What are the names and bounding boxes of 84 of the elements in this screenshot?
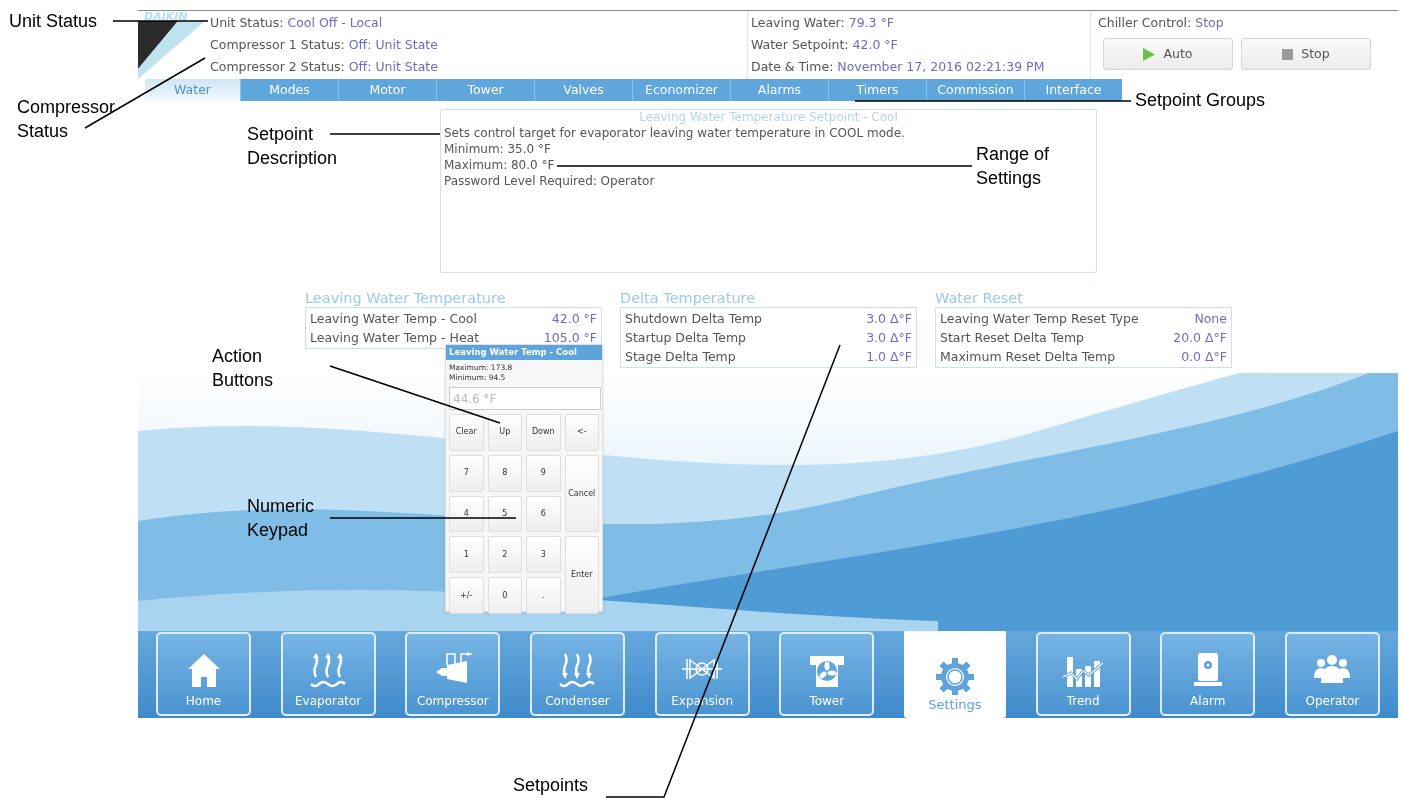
tab[interactable]: Water <box>145 79 240 101</box>
setpoint-value[interactable]: 105.0 °F <box>543 328 597 347</box>
keypad-key[interactable]: Clear <box>449 414 484 451</box>
setpoint-label: Startup Delta Temp <box>625 329 746 347</box>
callout-label: Setpoint Groups <box>1135 89 1267 112</box>
status-text: Compressor 2 Status: Off: Unit State <box>210 58 439 76</box>
setpoint-label: Start Reset Delta Temp <box>940 329 1085 347</box>
nav-button[interactable]: Alarm <box>1160 632 1256 716</box>
setpoint-value[interactable]: 3.0 Δ°F <box>866 328 912 347</box>
group-title: Water Reset <box>935 290 1024 307</box>
description-text: Password Level Required: Operator <box>444 173 655 189</box>
play-icon <box>1143 47 1156 61</box>
nav-button[interactable]: Compressor <box>405 632 501 716</box>
setpoint-value[interactable]: 3.0 Δ°F <box>866 309 912 328</box>
nav-button[interactable]: Tower <box>779 632 875 716</box>
tab[interactable]: Interface <box>1024 79 1122 101</box>
keypad-key[interactable]: Up <box>487 414 522 451</box>
nav-button[interactable]: Trend <box>1035 632 1131 716</box>
settings-icon <box>934 657 975 695</box>
tab[interactable]: Valves <box>534 79 632 101</box>
keypad-key[interactable]: 7 <box>449 454 484 492</box>
keypad-key[interactable]: Down <box>526 414 561 451</box>
keypad-key[interactable]: 0 <box>487 577 522 614</box>
value-input-field[interactable]: 44.6 °F <box>449 387 601 410</box>
callout-label: Unit Status <box>9 10 99 33</box>
description-title: Leaving Water Temperature Setpoint - Cool <box>638 110 899 125</box>
tab[interactable]: Timers <box>828 79 926 101</box>
nav-button[interactable]: Evaporator <box>280 632 376 716</box>
keypad-key[interactable]: 6 <box>526 495 561 533</box>
callout-label: Numeric Keypad <box>247 495 315 542</box>
nav-button[interactable]: Condenser <box>529 632 625 716</box>
description-text: Minimum: 35.0 °F <box>444 141 551 157</box>
setpoint-value[interactable]: 1.0 Δ°F <box>866 347 912 366</box>
status-text: Unit Status: Cool Off - Local <box>210 14 384 32</box>
keypad-key[interactable]: Enter <box>564 536 599 614</box>
setpoint-label: Stage Delta Temp <box>625 348 736 366</box>
keypad-key[interactable]: 5 <box>487 495 522 533</box>
logo-text: DAIKIN <box>144 11 188 25</box>
tab[interactable]: Modes <box>240 79 338 101</box>
callout-label: Compressor Status <box>17 96 117 143</box>
tab[interactable]: Economizer <box>632 79 730 101</box>
tab[interactable]: Motor <box>338 79 436 101</box>
group-title: Leaving Water Temperature <box>305 290 507 307</box>
setpoint-value[interactable]: None <box>1194 309 1227 328</box>
setpoint-label: Shutdown Delta Temp <box>625 310 763 328</box>
tab[interactable]: Alarms <box>730 79 828 101</box>
setpoint-value[interactable]: 0.0 Δ°F <box>1181 347 1227 366</box>
keypad-key[interactable]: <- <box>564 414 599 451</box>
keypad-key[interactable]: +/- <box>449 577 484 614</box>
status-text: Date & Time: November 17, 2016 02:21:39 PM <box>751 58 1046 76</box>
keypad-key[interactable]: 1 <box>449 536 484 574</box>
setpoint-value[interactable]: 20.0 Δ°F <box>1173 328 1227 347</box>
dialog-title: Leaving Water Temp - Cool <box>446 345 602 360</box>
keypad-key[interactable]: 4 <box>449 495 484 533</box>
setpoint-label: Maximum Reset Delta Temp <box>940 348 1116 366</box>
stop-icon <box>1282 48 1294 60</box>
nav-button[interactable]: Settings <box>903 630 1006 718</box>
status-text: Compressor 1 Status: Off: Unit State <box>210 36 439 54</box>
keypad-key[interactable]: 9 <box>526 454 561 492</box>
setpoint-label: Leaving Water Temp - Heat <box>310 329 480 347</box>
description-text: Sets control target for evaporator leaving water temperature in COOL mode. <box>444 125 905 141</box>
keypad-key[interactable]: . <box>526 577 561 614</box>
setpoint-label: Leaving Water Temp - Cool <box>310 310 477 328</box>
nav-button[interactable]: Home <box>156 632 251 716</box>
keypad-key[interactable]: 2 <box>487 536 522 574</box>
tab[interactable]: Tower <box>436 79 534 101</box>
status-text: Leaving Water: 79.3 °F <box>751 14 895 32</box>
description-text: Maximum: 80.0 °F <box>444 157 555 173</box>
status-text: Water Setpoint: 42.0 °F <box>751 36 899 54</box>
keypad-key[interactable]: 3 <box>526 536 561 574</box>
callout-label: Setpoint Description <box>247 123 339 170</box>
callout-label: Action Buttons <box>212 345 275 392</box>
stop-button[interactable]: Stop <box>1241 38 1371 70</box>
setpoint-label: Leaving Water Temp Reset Type <box>940 310 1139 328</box>
setpoint-value[interactable]: 42.0 °F <box>551 309 597 328</box>
tab[interactable]: Commission <box>926 79 1024 101</box>
keypad-key[interactable]: Cancel <box>564 454 599 533</box>
group-title: Delta Temperature <box>620 290 757 307</box>
nav-button[interactable]: Operator <box>1284 632 1380 716</box>
auto-button[interactable]: Auto <box>1103 38 1233 70</box>
chiller-control-text: Chiller Control: Stop <box>1098 14 1225 32</box>
callout-label: Setpoints <box>513 774 590 797</box>
keypad-key[interactable]: 8 <box>487 454 522 492</box>
callout-label: Range of Settings <box>976 143 1051 190</box>
